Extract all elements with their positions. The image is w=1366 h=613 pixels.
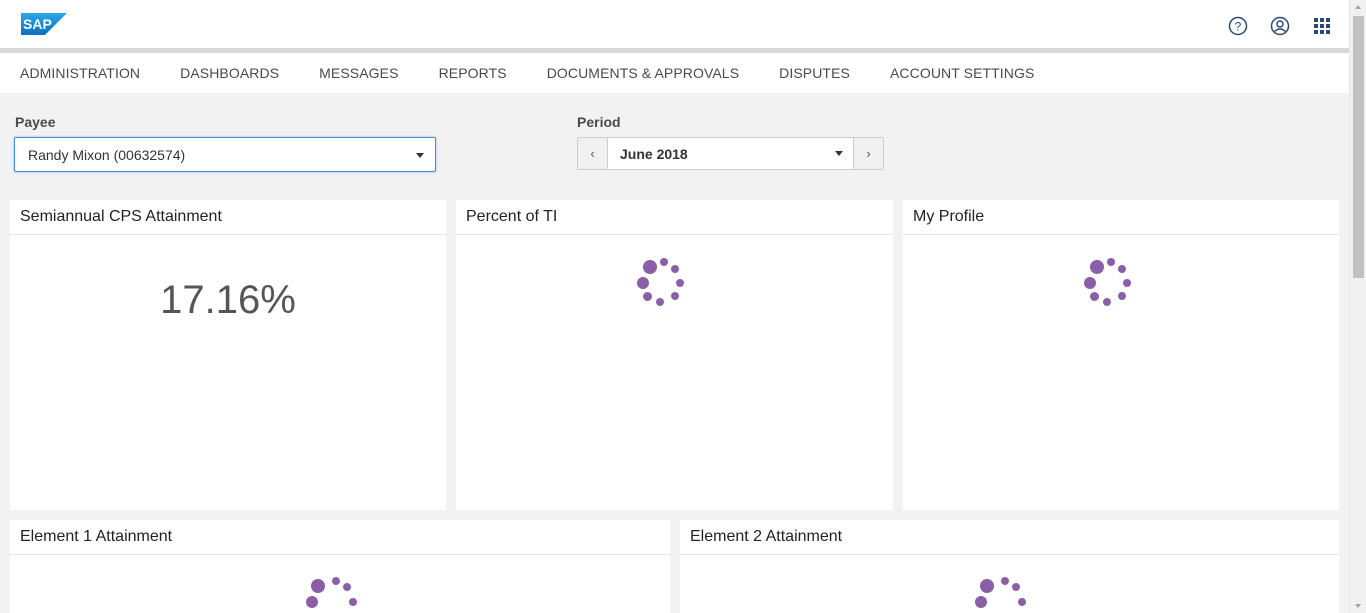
semiannual-cps-value: 17.16% [160, 278, 296, 322]
main-nav: ADMINISTRATION DASHBOARDS MESSAGES REPOR… [0, 53, 1349, 93]
element-2-attainment-card: Element 2 Attainment [680, 520, 1339, 613]
loading-spinner-icon [975, 577, 1035, 613]
nav-account-settings[interactable]: ACCOUNT SETTINGS [890, 65, 1034, 81]
loading-spinner-icon [637, 255, 698, 315]
payee-value: Randy Mixon (00632574) [28, 146, 186, 163]
loading-spinner-icon [1084, 255, 1145, 315]
scroll-up-icon[interactable] [1355, 5, 1361, 9]
next-period-button[interactable]: › [853, 138, 883, 169]
card-title: Semiannual CPS Attainment [10, 200, 446, 235]
chevron-right-icon: › [866, 146, 871, 161]
period-picker: ‹ June 2018 › [577, 137, 884, 170]
svg-text:?: ? [1235, 20, 1242, 34]
help-icon[interactable]: ? [1227, 15, 1249, 37]
loading-spinner-icon [306, 577, 366, 613]
card-title: My Profile [903, 200, 1339, 235]
nav-reports[interactable]: REPORTS [439, 65, 507, 81]
vertical-scrollbar[interactable] [1349, 0, 1366, 613]
payee-label: Payee [15, 114, 56, 130]
user-profile-icon[interactable] [1269, 15, 1291, 37]
nav-disputes[interactable]: DISPUTES [779, 65, 850, 81]
caret-down-icon [835, 151, 843, 156]
nav-dashboards[interactable]: DASHBOARDS [180, 65, 279, 81]
payee-select[interactable]: Randy Mixon (00632574) [14, 137, 436, 172]
nav-messages[interactable]: MESSAGES [319, 65, 398, 81]
shell-bar: SAP ? [0, 0, 1349, 48]
period-label: Period [577, 114, 621, 130]
app-grid-icon[interactable] [1311, 15, 1333, 37]
scrollbar-thumb[interactable] [1353, 16, 1364, 278]
nav-administration[interactable]: ADMINISTRATION [20, 65, 140, 81]
chevron-left-icon: ‹ [590, 146, 595, 161]
card-title: Element 1 Attainment [10, 520, 670, 555]
svg-text:SAP: SAP [23, 16, 52, 32]
nav-documents-approvals[interactable]: DOCUMENTS & APPROVALS [547, 65, 739, 81]
card-title: Element 2 Attainment [680, 520, 1339, 555]
percent-of-ti-card: Percent of TI [456, 200, 893, 510]
card-title: Percent of TI [456, 200, 893, 235]
period-select[interactable]: June 2018 [608, 138, 853, 169]
caret-down-icon [416, 153, 424, 158]
period-value: June 2018 [620, 145, 688, 162]
my-profile-card: My Profile [903, 200, 1339, 510]
sap-logo[interactable]: SAP [21, 13, 67, 35]
scroll-down-icon[interactable] [1355, 604, 1361, 608]
semiannual-cps-card: Semiannual CPS Attainment 17.16% [10, 200, 446, 510]
element-1-attainment-card: Element 1 Attainment [10, 520, 670, 613]
previous-period-button[interactable]: ‹ [578, 138, 608, 169]
